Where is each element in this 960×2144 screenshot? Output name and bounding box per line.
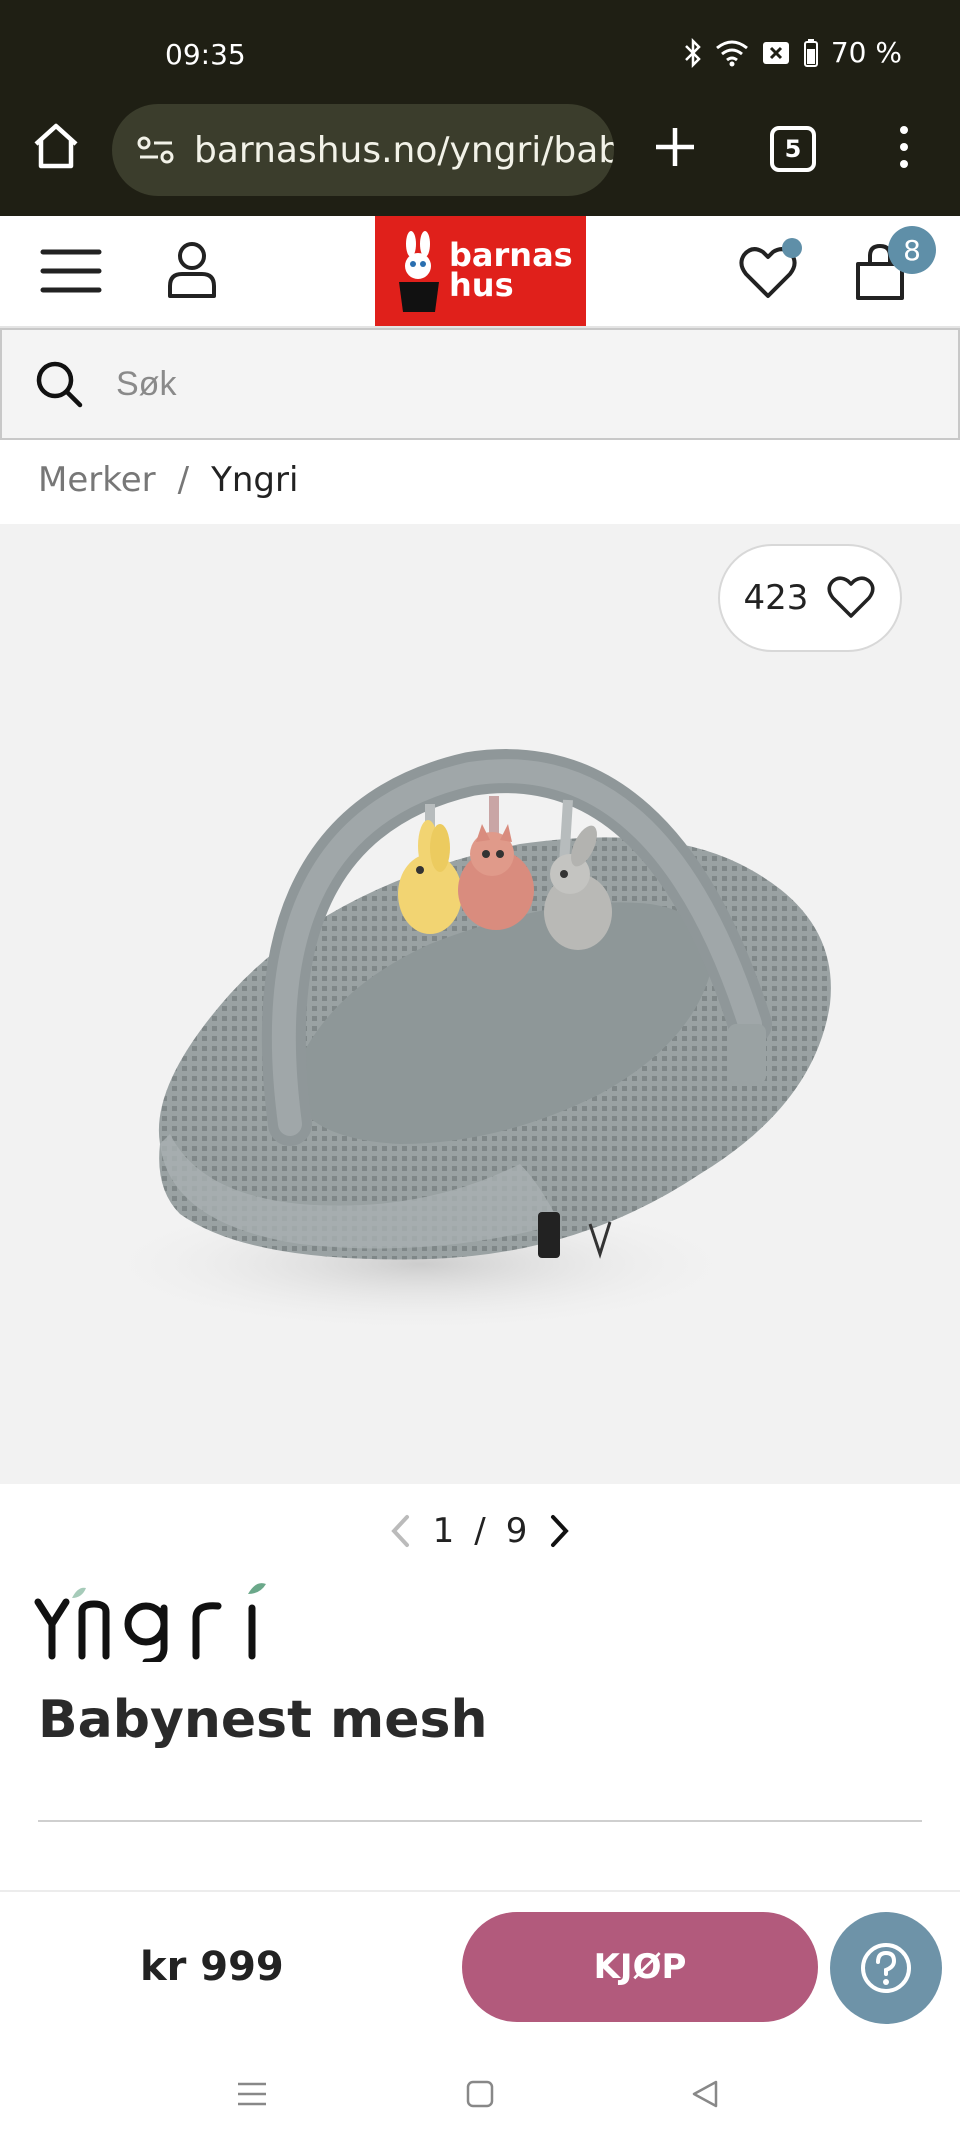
home-icon[interactable] xyxy=(30,120,82,172)
breadcrumb-current: Yngri xyxy=(211,460,299,500)
back-icon[interactable] xyxy=(686,2074,726,2114)
pager-separator: / xyxy=(474,1511,486,1551)
buy-button[interactable]: KJØP xyxy=(462,1912,818,2022)
site-logo[interactable]: barnas hus xyxy=(375,216,586,326)
tabs-icon[interactable]: 5 xyxy=(770,126,816,172)
bluetooth-icon xyxy=(684,37,701,68)
search-input[interactable] xyxy=(116,364,816,404)
browser-chrome: 09:35 70 % barnashus.no/yngri/baby 5 xyxy=(0,0,960,216)
breadcrumb-link-merker[interactable]: Merker xyxy=(38,460,156,500)
chevron-right-icon[interactable] xyxy=(547,1513,571,1549)
chevron-left-icon[interactable] xyxy=(389,1513,413,1549)
pager-current: 1 xyxy=(432,1511,455,1551)
divider xyxy=(38,1820,922,1822)
user-icon[interactable] xyxy=(166,238,218,300)
product-title: Babynest mesh xyxy=(38,1690,488,1750)
plus-icon[interactable] xyxy=(652,124,698,170)
status-icons: 70 % xyxy=(683,36,902,69)
wishlist-dot xyxy=(782,238,802,258)
recents-icon[interactable] xyxy=(232,2074,272,2114)
favorite-button[interactable]: 423 xyxy=(718,544,902,652)
url-text[interactable]: barnashus.no/yngri/baby xyxy=(194,130,614,171)
bunny-logo-icon xyxy=(399,231,439,312)
wifi-icon xyxy=(715,40,748,66)
logo-line-2: hus xyxy=(449,266,514,304)
nosim-icon xyxy=(762,41,789,64)
search-bar xyxy=(0,328,960,440)
battery-icon xyxy=(803,38,818,67)
breadcrumb-separator: / xyxy=(177,460,190,500)
cart-count-badge: 8 xyxy=(888,226,936,274)
site-settings-icon[interactable] xyxy=(134,128,178,172)
more-icon[interactable] xyxy=(892,124,916,170)
brand-logo[interactable] xyxy=(34,1578,294,1662)
logo-wordmark: barnas hus xyxy=(449,239,573,304)
battery-percent: 70 % xyxy=(830,36,902,69)
price: kr 999 xyxy=(140,1944,284,1990)
help-button[interactable] xyxy=(830,1912,942,2024)
android-navbar xyxy=(0,2040,960,2144)
site-header: barnas hus 8 xyxy=(0,216,960,328)
home-nav-icon[interactable] xyxy=(460,2074,500,2114)
pager-total: 9 xyxy=(505,1511,528,1551)
search-icon xyxy=(36,361,83,408)
product-gallery[interactable]: 423 xyxy=(0,524,960,1484)
status-time: 09:35 xyxy=(165,38,246,71)
buy-bar: kr 999 KJØP xyxy=(0,1890,960,2040)
url-bar[interactable]: barnashus.no/yngri/baby xyxy=(112,104,614,196)
help-icon xyxy=(861,1943,911,1993)
breadcrumb: Merker / Yngri xyxy=(38,460,298,500)
heart-outline-icon xyxy=(827,576,875,618)
favorite-count: 423 xyxy=(743,578,809,618)
image-pager: 1 / 9 xyxy=(0,1508,960,1554)
product-image xyxy=(90,749,831,1334)
hamburger-icon[interactable] xyxy=(40,246,102,296)
